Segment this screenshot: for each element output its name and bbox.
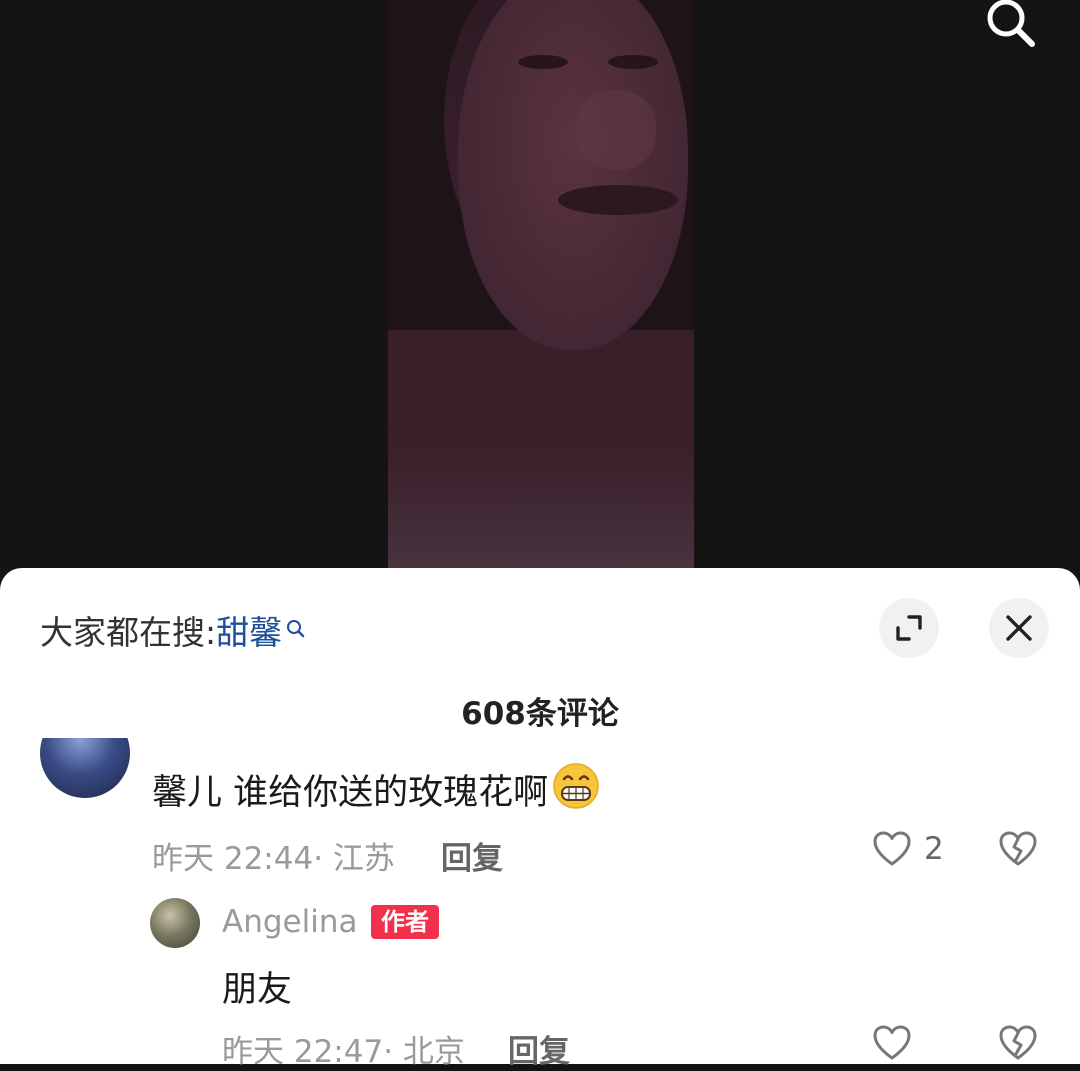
- search-button[interactable]: [980, 0, 1040, 50]
- reply-avatar[interactable]: [150, 898, 200, 948]
- close-button[interactable]: [989, 598, 1049, 658]
- author-badge: 作者: [371, 905, 439, 939]
- heart-icon: [873, 831, 911, 866]
- reply-location: · 北京: [383, 1034, 465, 1070]
- video-player[interactable]: [0, 0, 1080, 600]
- reply-username[interactable]: Angelina: [222, 904, 357, 940]
- video-frame: [388, 0, 694, 600]
- expand-icon: [896, 615, 922, 641]
- comment-count: 608条评论: [461, 696, 619, 732]
- dislike-button[interactable]: [998, 830, 1038, 868]
- reply-like-button[interactable]: [872, 1024, 912, 1062]
- grin-emoji: [552, 762, 600, 819]
- avatar[interactable]: [40, 738, 130, 798]
- close-icon: [1006, 615, 1032, 641]
- video-eye-right: [608, 55, 658, 69]
- hot-search-prefix: 大家都在搜:: [40, 613, 217, 652]
- video-nose: [576, 90, 656, 170]
- broken-heart-icon: [999, 1025, 1037, 1060]
- comment-location: · 江苏: [313, 841, 395, 877]
- expand-button[interactable]: [879, 598, 939, 658]
- hot-search-bar[interactable]: 大家都在搜:甜馨: [40, 606, 306, 654]
- reply-dislike-button[interactable]: [998, 1024, 1038, 1062]
- search-icon: [987, 0, 1035, 47]
- reply-time: 昨天 22:47: [222, 1034, 384, 1070]
- reply-button[interactable]: 回复: [441, 833, 503, 878]
- comment-time: 昨天 22:44: [152, 841, 314, 877]
- comment-body: 馨儿 谁给你送的玫瑰花啊: [152, 773, 549, 813]
- reply-text: 朋友: [222, 970, 293, 1010]
- reply-meta: 昨天 22:47· 北京: [222, 1026, 465, 1071]
- video-eye-left: [518, 55, 568, 69]
- broken-heart-icon: [999, 831, 1037, 866]
- video-face: [458, 0, 688, 350]
- like-count: 2: [924, 831, 944, 867]
- reply-reply-button[interactable]: 回复: [508, 1026, 570, 1071]
- hot-search-term[interactable]: 甜馨: [216, 613, 282, 652]
- comment-text: 馨儿 谁给你送的玫瑰花啊: [152, 762, 600, 819]
- heart-icon: [873, 1025, 911, 1060]
- comment-panel: 大家都在搜:甜馨 608条评论 馨儿 谁给你送的玫瑰花啊 昨天 22:44· 江…: [0, 568, 1080, 1070]
- video-mouth: [558, 185, 678, 215]
- like-button[interactable]: 2: [872, 830, 944, 868]
- hot-search-icon: [286, 608, 306, 647]
- comment-meta: 昨天 22:44· 江苏: [152, 833, 395, 878]
